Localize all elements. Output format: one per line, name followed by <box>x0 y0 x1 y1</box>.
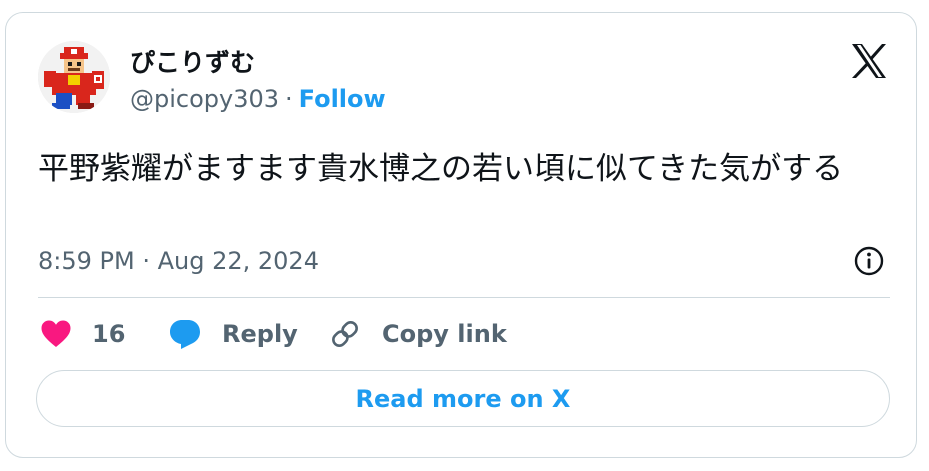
copy-link-label: Copy link <box>382 320 507 348</box>
like-count: 16 <box>92 320 126 348</box>
handle-separator: · <box>285 85 293 113</box>
avatar-pixel-art-icon <box>38 41 110 113</box>
follow-button[interactable]: Follow <box>299 85 386 113</box>
avatar[interactable] <box>38 41 110 113</box>
tweet-timestamp[interactable]: 8:59 PM · Aug 22, 2024 <box>38 247 319 275</box>
read-more-button[interactable]: Read more on X <box>36 370 890 427</box>
copy-link-button[interactable]: Copy link <box>328 316 507 352</box>
author-display-name[interactable]: ぴこりずむ <box>130 43 255 79</box>
author-handle[interactable]: @picopy303 <box>130 85 279 113</box>
author-handle-row: @picopy303 · Follow <box>130 85 386 113</box>
divider <box>38 297 890 298</box>
reply-bubble-icon <box>170 320 200 349</box>
tweet-embed-card: ぴこりずむ @picopy303 · Follow 平野紫耀がますます貴水博之の若い… <box>5 12 917 458</box>
like-button[interactable]: 16 <box>40 316 125 352</box>
heart-icon <box>41 320 71 347</box>
reply-label: Reply <box>222 320 298 348</box>
link-icon <box>332 321 358 347</box>
tweet-text: 平野紫耀がますます貴水博之の若い頃に似てきた気がする <box>38 151 844 187</box>
info-icon[interactable] <box>853 245 885 277</box>
reply-button[interactable]: Reply <box>168 316 298 352</box>
x-logo-icon[interactable] <box>849 41 889 81</box>
